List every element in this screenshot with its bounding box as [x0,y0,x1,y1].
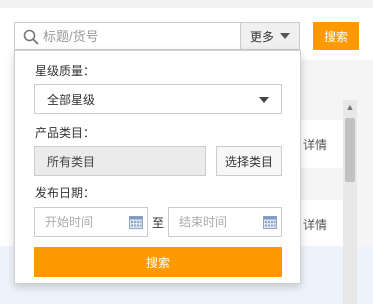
end-date-field [168,207,282,237]
scrollbar-thumb[interactable] [345,118,355,182]
chevron-down-icon [259,97,269,103]
top-bar [0,0,373,8]
star-quality-label: 星级质量： [35,64,96,78]
filter-search-button[interactable]: 搜索 [34,247,282,277]
star-quality-value: 全部星级 [47,92,96,107]
start-date-input[interactable] [45,208,125,236]
publish-date-label: 发布日期： [35,186,96,200]
select-category-button[interactable]: 选择类目 [216,146,282,176]
more-dropdown-button[interactable]: 更多 [240,23,299,49]
category-label: 产品类目： [35,126,96,140]
calendar-icon[interactable] [263,215,277,229]
category-value: 所有类目 [47,154,96,169]
calendar-icon[interactable] [129,215,143,229]
list-item[interactable]: 详情 [300,120,345,168]
search-input[interactable] [43,23,243,49]
advanced-filter-panel: 星级质量： 全部星级 产品类目： 所有类目 选择类目 发布日期： 至 [14,50,301,284]
chevron-down-icon [280,33,290,39]
search-bar: 更多 [14,22,300,50]
start-date-field [34,207,148,237]
category-field: 所有类目 [34,146,206,176]
scroll-up-arrow-icon[interactable]: ▲ [343,100,357,114]
search-button[interactable]: 搜索 [313,22,359,50]
search-icon [23,29,39,45]
end-date-input[interactable] [179,208,259,236]
date-range-separator: 至 [152,216,165,230]
star-quality-select[interactable]: 全部星级 [34,84,282,114]
details-link[interactable]: 详情 [303,136,327,153]
more-label: 更多 [249,29,274,44]
details-link[interactable]: 详情 [303,216,327,233]
list-item[interactable]: 详情 [300,200,345,248]
